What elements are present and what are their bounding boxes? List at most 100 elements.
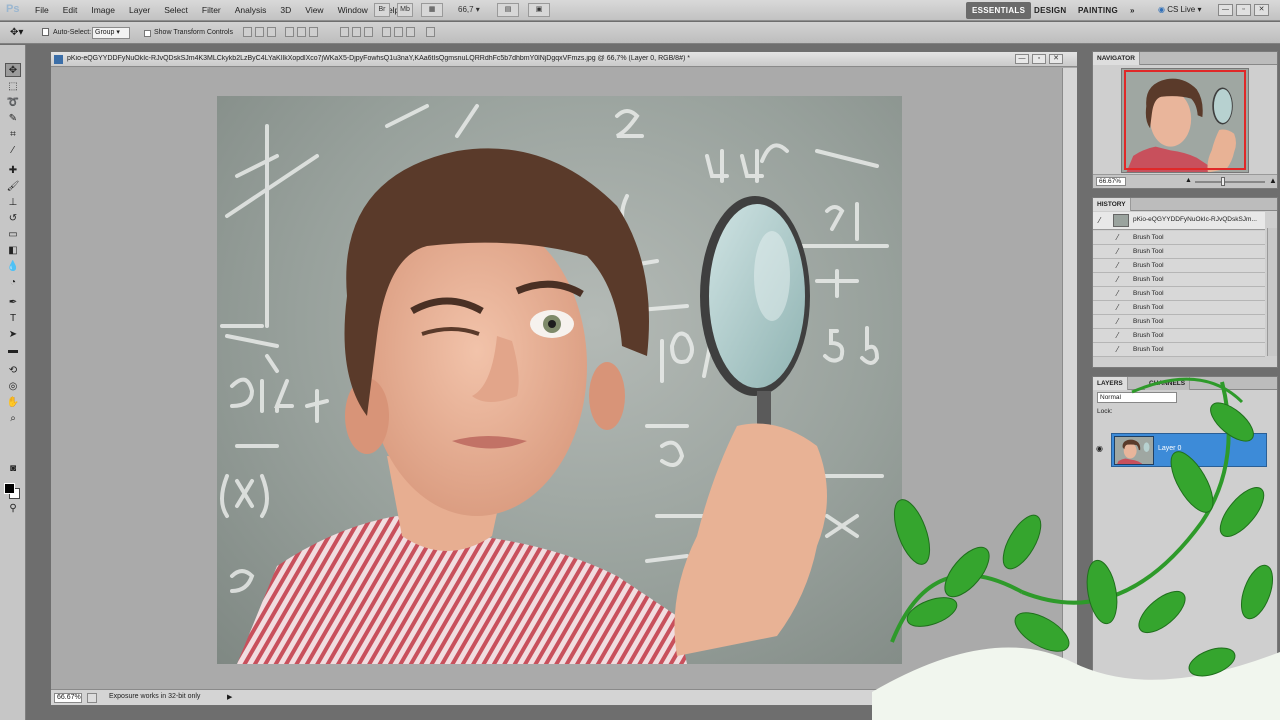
history-item[interactable]: ⁄ Brush Tool: [1093, 231, 1265, 245]
gradient-tool-icon[interactable]: ◧: [5, 243, 21, 257]
navigator-zoom-knob[interactable]: [1221, 177, 1225, 186]
align-bottom-icon[interactable]: [267, 27, 276, 37]
menu-window[interactable]: Window: [331, 5, 375, 15]
marquee-tool-icon[interactable]: ⬚: [5, 79, 21, 93]
zoom-out-icon[interactable]: ▲: [1185, 177, 1192, 184]
history-item[interactable]: ⁄ Brush Tool: [1093, 259, 1265, 273]
doc-close-icon[interactable]: ✕: [1049, 54, 1063, 64]
workspace-painting[interactable]: PAINTING: [1072, 2, 1124, 19]
screen-mode-icon[interactable]: ▣: [528, 3, 550, 17]
history-item[interactable]: ⁄ Brush Tool: [1093, 343, 1265, 357]
navigator-tab[interactable]: NAVIGATOR: [1093, 52, 1140, 65]
restore-icon[interactable]: ▫: [1236, 4, 1251, 16]
distribute-hcenter-icon[interactable]: [394, 27, 403, 37]
eyedropper-tool-icon[interactable]: ⁄: [5, 143, 21, 157]
arrange-documents-icon[interactable]: ▤: [497, 3, 519, 17]
align-right-icon[interactable]: [309, 27, 318, 37]
dodge-tool-icon[interactable]: ◔: [5, 275, 21, 289]
puppet-tool-icon[interactable]: ⚲: [5, 501, 21, 515]
distribute-left-icon[interactable]: [382, 27, 391, 37]
auto-select-checkbox[interactable]: [42, 28, 49, 36]
align-left-icon[interactable]: [285, 27, 294, 37]
history-brush-tool-icon[interactable]: ↺: [5, 211, 21, 225]
move-tool-preset-icon[interactable]: ✥▾: [10, 27, 23, 38]
quick-select-tool-icon[interactable]: ✎: [5, 111, 21, 125]
healing-tool-icon[interactable]: ✚: [5, 163, 21, 177]
distribute-vcenter-icon[interactable]: [352, 27, 361, 37]
align-vcenter-icon[interactable]: [255, 27, 264, 37]
menu-file[interactable]: File: [28, 5, 56, 15]
document-image[interactable]: [217, 96, 902, 664]
status-menu-arrow[interactable]: ▶: [227, 693, 232, 701]
brush-tool-icon[interactable]: 🖌: [5, 179, 21, 193]
layers-tab[interactable]: LAYERS: [1093, 377, 1128, 390]
close-icon[interactable]: ✕: [1254, 4, 1269, 16]
document-titlebar[interactable]: pKio-eQGYYDDFyNuOkIc-RJvQDskSJm4K3MLCkyk…: [51, 52, 1077, 67]
status-info-icon[interactable]: [87, 693, 97, 703]
hand-tool-icon[interactable]: ✋: [5, 395, 21, 409]
history-item[interactable]: ⁄ Brush Tool: [1093, 315, 1265, 329]
lasso-tool-icon[interactable]: ➰: [5, 95, 21, 109]
minimize-icon[interactable]: —: [1218, 4, 1233, 16]
history-item[interactable]: ⁄ Brush Tool: [1093, 287, 1265, 301]
menu-filter[interactable]: Filter: [195, 5, 228, 15]
navigator-zoom-field[interactable]: 66.67%: [1096, 177, 1126, 186]
vertical-scrollbar[interactable]: [1062, 68, 1077, 690]
foreground-color-swatch[interactable]: [4, 483, 15, 494]
move-tool-icon[interactable]: ✥: [5, 63, 21, 77]
distribute-bottom-icon[interactable]: [364, 27, 373, 37]
3d-rotate-tool-icon[interactable]: ⟲: [5, 363, 21, 377]
show-transform-checkbox[interactable]: [144, 30, 151, 37]
auto-select-dropdown[interactable]: Group ▾: [92, 27, 130, 39]
view-extras-icon[interactable]: ▦: [421, 3, 443, 17]
history-tab[interactable]: HISTORY: [1093, 198, 1131, 211]
menu-select[interactable]: Select: [157, 5, 195, 15]
menu-view[interactable]: View: [298, 5, 330, 15]
type-tool-icon[interactable]: T: [5, 311, 21, 325]
workspace-more-button[interactable]: »: [1124, 2, 1141, 19]
shape-tool-icon[interactable]: ▬: [5, 343, 21, 357]
eraser-tool-icon[interactable]: ▭: [5, 227, 21, 241]
distribute-right-icon[interactable]: [406, 27, 415, 37]
auto-align-icon[interactable]: [426, 27, 435, 37]
path-select-tool-icon[interactable]: ➤: [5, 327, 21, 341]
clone-stamp-tool-icon[interactable]: ⊥: [5, 195, 21, 209]
menu-analysis[interactable]: Analysis: [228, 5, 274, 15]
doc-minimize-icon[interactable]: —: [1015, 54, 1029, 64]
zoom-level-select[interactable]: 66,7 ▾: [458, 5, 480, 14]
blend-mode-select[interactable]: Normal: [1097, 392, 1177, 403]
history-scrollbar[interactable]: [1267, 228, 1277, 356]
history-snapshot[interactable]: ⁄ pKio-eQGYYDDFyNuOkIc-RJvQDskSJm...: [1093, 212, 1265, 230]
quick-mask-icon[interactable]: ◙: [5, 461, 21, 475]
navigator-view-frame[interactable]: [1124, 70, 1246, 170]
cs-live-button[interactable]: ◉ CS Live ▾: [1158, 5, 1201, 14]
align-hcenter-icon[interactable]: [297, 27, 306, 37]
history-item[interactable]: ⁄ Brush Tool: [1093, 329, 1265, 343]
zoom-tool-icon[interactable]: ⌕: [5, 411, 21, 425]
history-item[interactable]: ⁄ Brush Tool: [1093, 301, 1265, 315]
menu-3d[interactable]: 3D: [273, 5, 298, 15]
history-item[interactable]: ⁄ Brush Tool: [1093, 273, 1265, 287]
status-zoom-field[interactable]: 66.67%: [54, 693, 82, 703]
doc-restore-icon[interactable]: ▫: [1032, 54, 1046, 64]
workspace-essentials[interactable]: ESSENTIALS: [966, 2, 1032, 19]
crop-tool-icon[interactable]: ⌗: [5, 127, 21, 141]
channels-tab[interactable]: CHANNELS: [1145, 377, 1191, 390]
distribute-top-icon[interactable]: [340, 27, 349, 37]
menu-edit[interactable]: Edit: [56, 5, 85, 15]
align-top-icon[interactable]: [243, 27, 252, 37]
navigator-zoom-slider[interactable]: [1195, 181, 1265, 183]
blur-tool-icon[interactable]: 💧: [5, 259, 21, 273]
zoom-in-icon[interactable]: ▲: [1269, 176, 1277, 185]
bridge-icon[interactable]: Br: [374, 3, 390, 17]
layer-visibility-eye-icon[interactable]: ◉: [1096, 444, 1108, 454]
mini-bridge-icon[interactable]: Mb: [397, 3, 413, 17]
layer-row[interactable]: Layer 0: [1111, 433, 1267, 467]
pen-tool-icon[interactable]: ✒: [5, 295, 21, 309]
workspace-design[interactable]: DESIGN: [1028, 2, 1072, 19]
history-item[interactable]: ⁄ Brush Tool: [1093, 245, 1265, 259]
menu-image[interactable]: Image: [84, 5, 122, 15]
3d-orbit-tool-icon[interactable]: ◎: [5, 379, 21, 393]
history-brush-source-icon[interactable]: ⁄: [1099, 216, 1100, 225]
menu-layer[interactable]: Layer: [122, 5, 157, 15]
